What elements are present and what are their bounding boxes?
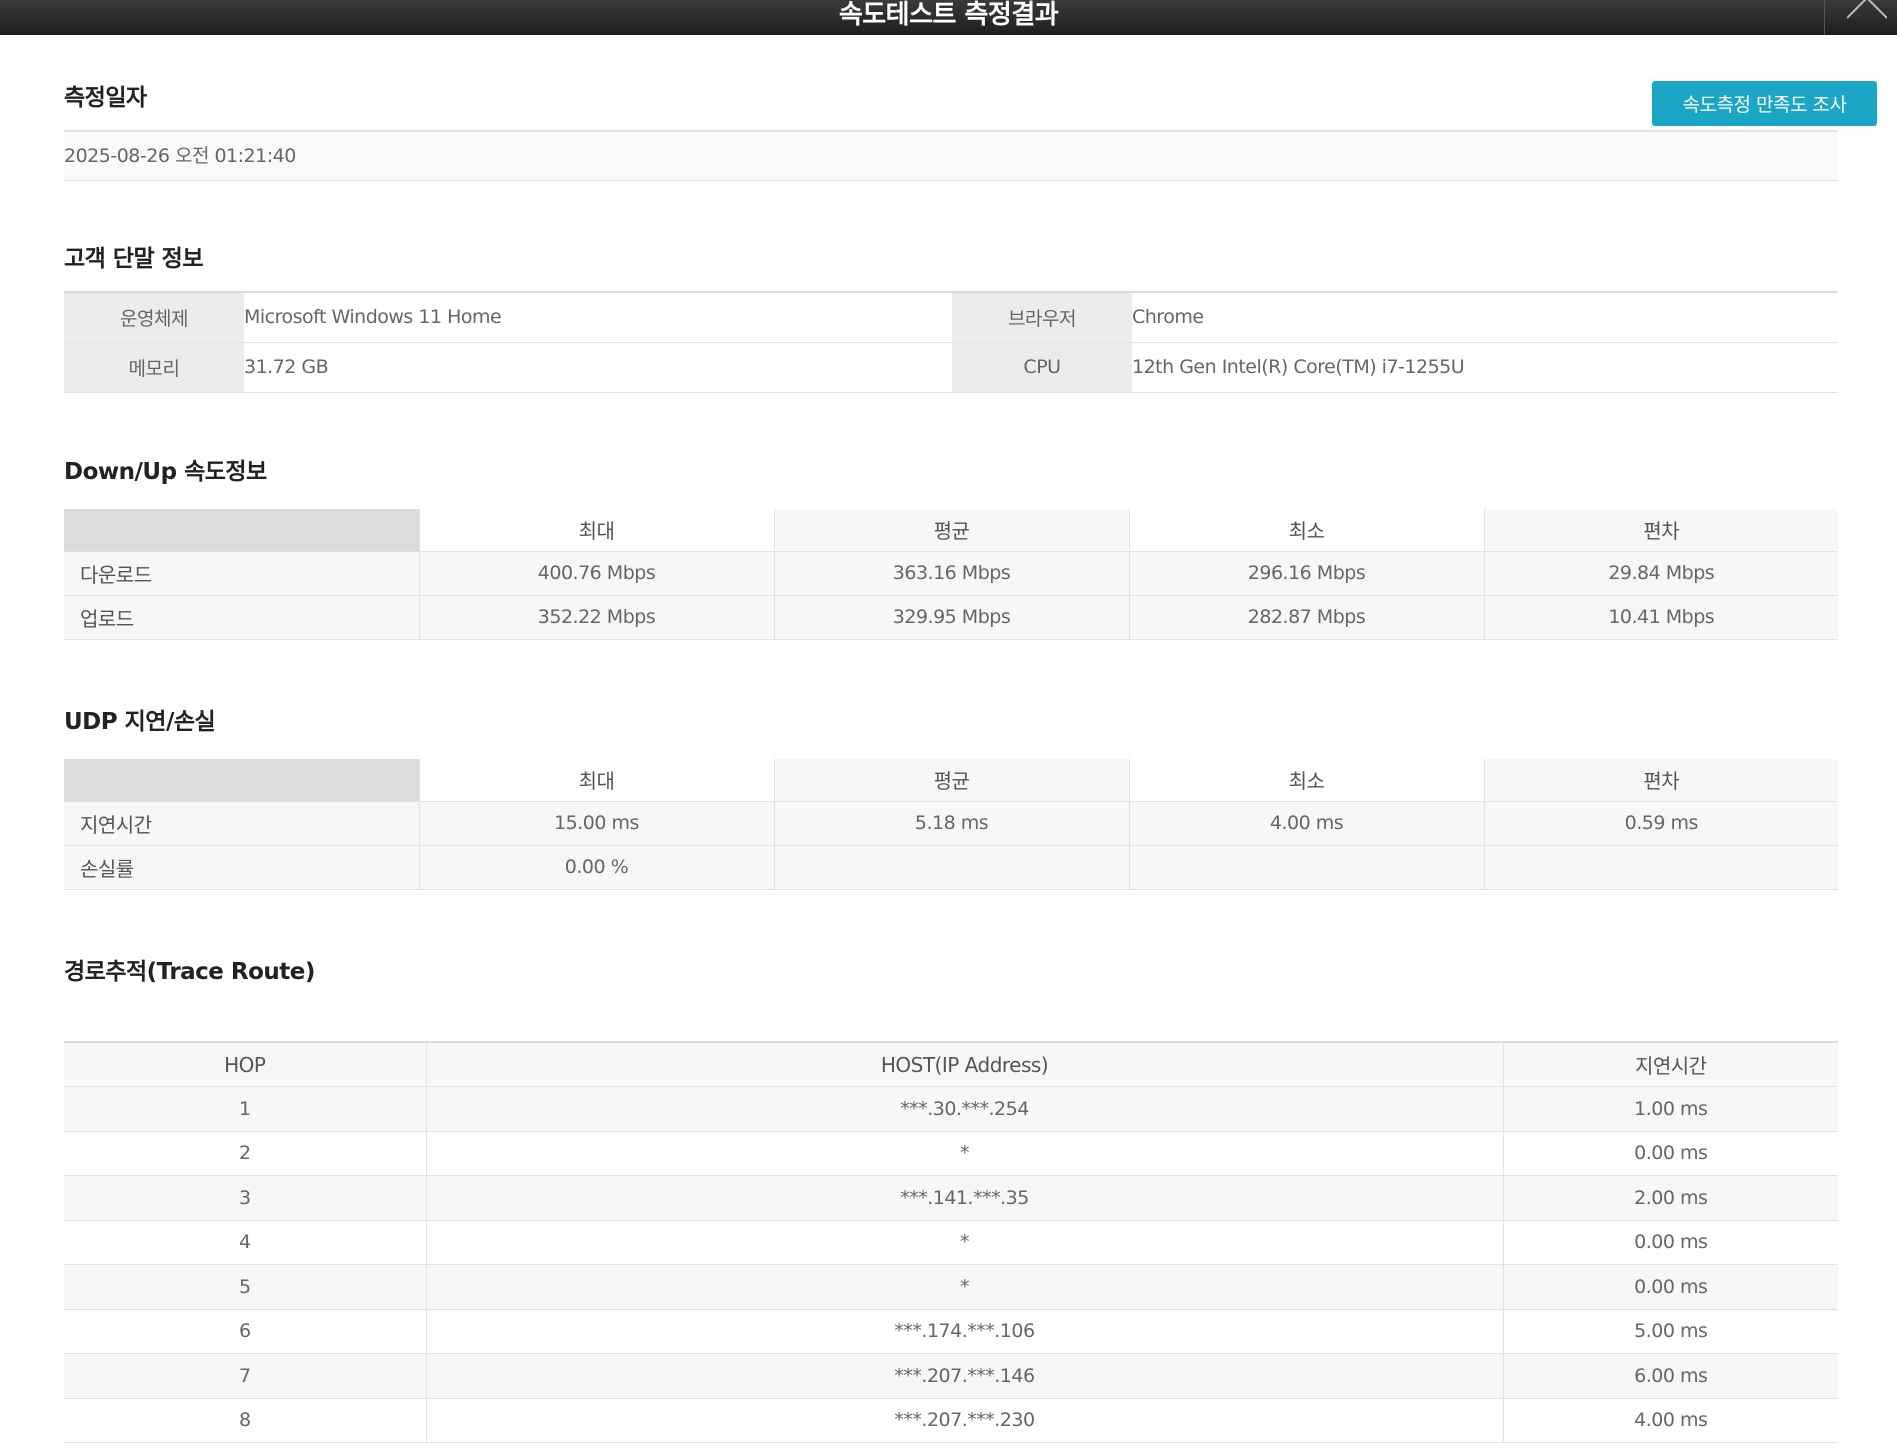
table-header-row: 최대 평균 최소 편차	[64, 755, 1838, 802]
download-dev: 29.84 Mbps	[1483, 551, 1838, 596]
memory-label: 메모리	[64, 342, 244, 393]
device-info-table: 운영체제 Microsoft Windows 11 Home 브라우저 Chro…	[64, 291, 1838, 393]
table-row: 업로드 352.22 Mbps 329.95 Mbps 282.87 Mbps …	[64, 595, 1838, 640]
table-row: 운영체제 Microsoft Windows 11 Home 브라우저 Chro…	[64, 292, 1838, 343]
trace-host-cell: ***.207.***.146	[425, 1353, 1503, 1399]
header-dev: 편차	[1483, 755, 1838, 802]
trace-hop-cell: 3	[64, 1175, 426, 1221]
table-header-row: HOP HOST(IP Address) 지연시간	[64, 1042, 1838, 1087]
upload-label: 업로드	[64, 595, 419, 640]
upload-min: 282.87 Mbps	[1128, 595, 1484, 640]
os-label: 운영체제	[64, 292, 244, 343]
trace-latency-cell: 4.00 ms	[1502, 1398, 1838, 1443]
survey-button[interactable]: 속도측정 만족도 조사	[1652, 81, 1877, 126]
speed-info-title: Down/Up 속도정보	[64, 459, 267, 485]
table-row: 5 * 0.00 ms	[64, 1264, 1838, 1310]
trace-host-cell: *	[425, 1264, 1503, 1310]
trace-hop-cell: 2	[64, 1131, 426, 1176]
header-max: 최대	[418, 505, 774, 552]
table-row: 7 ***.207.***.146 6.00 ms	[64, 1353, 1838, 1399]
os-value: Microsoft Windows 11 Home	[244, 292, 952, 343]
table-row: 메모리 31.72 GB CPU 12th Gen Intel(R) Core(…	[64, 342, 1838, 393]
download-avg: 363.16 Mbps	[773, 551, 1129, 596]
trace-host-cell: ***.30.***.254	[425, 1086, 1503, 1132]
download-label: 다운로드	[64, 551, 419, 596]
header-host: HOST(IP Address)	[425, 1042, 1503, 1087]
trace-latency-cell: 6.00 ms	[1502, 1353, 1838, 1399]
trace-host-cell: *	[425, 1131, 1503, 1176]
download-min: 296.16 Mbps	[1128, 551, 1484, 596]
table-corner-cell	[64, 505, 419, 552]
header-dev: 편차	[1483, 505, 1838, 552]
table-header-row: 최대 평균 최소 편차	[64, 505, 1838, 552]
trace-hop-cell: 8	[64, 1398, 426, 1443]
header-min: 최소	[1128, 505, 1484, 552]
loss-avg	[773, 845, 1129, 890]
table-row: 다운로드 400.76 Mbps 363.16 Mbps 296.16 Mbps…	[64, 551, 1838, 596]
header-avg: 평균	[773, 755, 1129, 802]
table-corner-cell	[64, 755, 419, 802]
header-avg: 평균	[773, 505, 1129, 552]
loss-dev	[1483, 845, 1838, 890]
measure-date-value: 2025-08-26 오전 01:21:40	[64, 130, 1838, 181]
upload-avg: 329.95 Mbps	[773, 595, 1129, 640]
trace-latency-cell: 0.00 ms	[1502, 1220, 1838, 1265]
loss-max: 0.00 %	[418, 845, 774, 890]
trace-route-rows: 1 ***.30.***.254 1.00 ms 2 * 0.00 ms 3 ***.141.…	[64, 1086, 1838, 1443]
browser-value: Chrome	[1132, 292, 1838, 343]
table-row: 손실률 0.00 %	[64, 845, 1838, 890]
cpu-value: 12th Gen Intel(R) Core(TM) i7-1255U	[1132, 342, 1838, 393]
trace-latency-cell: 0.00 ms	[1502, 1131, 1838, 1176]
trace-latency-cell: 2.00 ms	[1502, 1175, 1838, 1221]
browser-label: 브라우저	[952, 292, 1132, 343]
trace-host-cell: ***.207.***.230	[425, 1398, 1503, 1443]
loss-min	[1128, 845, 1484, 890]
table-row: 3 ***.141.***.35 2.00 ms	[64, 1175, 1838, 1221]
latency-max: 15.00 ms	[418, 801, 774, 846]
upload-max: 352.22 Mbps	[418, 595, 774, 640]
cpu-label: CPU	[952, 342, 1132, 393]
header-latency: 지연시간	[1502, 1042, 1838, 1087]
measure-date-title: 측정일자	[64, 85, 147, 111]
trace-host-cell: ***.141.***.35	[425, 1175, 1503, 1221]
table-row: 6 ***.174.***.106 5.00 ms	[64, 1309, 1838, 1354]
udp-info-title: UDP 지연/손실	[64, 709, 216, 735]
device-info-title: 고객 단말 정보	[64, 246, 203, 272]
trace-latency-cell: 0.00 ms	[1502, 1264, 1838, 1310]
header-hop: HOP	[64, 1042, 426, 1087]
trace-hop-cell: 5	[64, 1264, 426, 1310]
trace-latency-cell: 1.00 ms	[1502, 1086, 1838, 1132]
memory-value: 31.72 GB	[244, 342, 952, 393]
latency-label: 지연시간	[64, 801, 419, 846]
header-max: 최대	[418, 755, 774, 802]
close-icon	[1847, 0, 1887, 19]
title-bar: 속도테스트 측정결과	[0, 0, 1897, 35]
table-row: 8 ***.207.***.230 4.00 ms	[64, 1398, 1838, 1443]
header-min: 최소	[1128, 755, 1484, 802]
trace-hop-cell: 7	[64, 1353, 426, 1399]
latency-dev: 0.59 ms	[1483, 801, 1838, 846]
upload-dev: 10.41 Mbps	[1483, 595, 1838, 640]
trace-hop-cell: 1	[64, 1086, 426, 1132]
latency-min: 4.00 ms	[1128, 801, 1484, 846]
trace-hop-cell: 6	[64, 1309, 426, 1354]
trace-route-title: 경로추적(Trace Route)	[64, 959, 315, 985]
udp-info-table: 최대 평균 최소 편차 지연시간 15.00 ms 5.18 ms 4.00 m…	[64, 755, 1838, 890]
trace-host-cell: ***.174.***.106	[425, 1309, 1503, 1354]
loss-label: 손실률	[64, 845, 419, 890]
trace-route-table: HOP HOST(IP Address) 지연시간 1 ***.30.***.25…	[64, 1041, 1838, 1443]
table-row: 2 * 0.00 ms	[64, 1131, 1838, 1176]
latency-avg: 5.18 ms	[773, 801, 1129, 846]
table-row: 지연시간 15.00 ms 5.18 ms 4.00 ms 0.59 ms	[64, 801, 1838, 846]
download-max: 400.76 Mbps	[418, 551, 774, 596]
window-title: 속도테스트 측정결과	[838, 0, 1059, 30]
trace-host-cell: *	[425, 1220, 1503, 1265]
trace-hop-cell: 4	[64, 1220, 426, 1265]
close-button[interactable]	[1824, 0, 1897, 35]
trace-latency-cell: 5.00 ms	[1502, 1309, 1838, 1354]
table-row: 4 * 0.00 ms	[64, 1220, 1838, 1265]
table-row: 1 ***.30.***.254 1.00 ms	[64, 1086, 1838, 1132]
speed-info-table: 최대 평균 최소 편차 다운로드 400.76 Mbps 363.16 Mbps…	[64, 505, 1838, 640]
